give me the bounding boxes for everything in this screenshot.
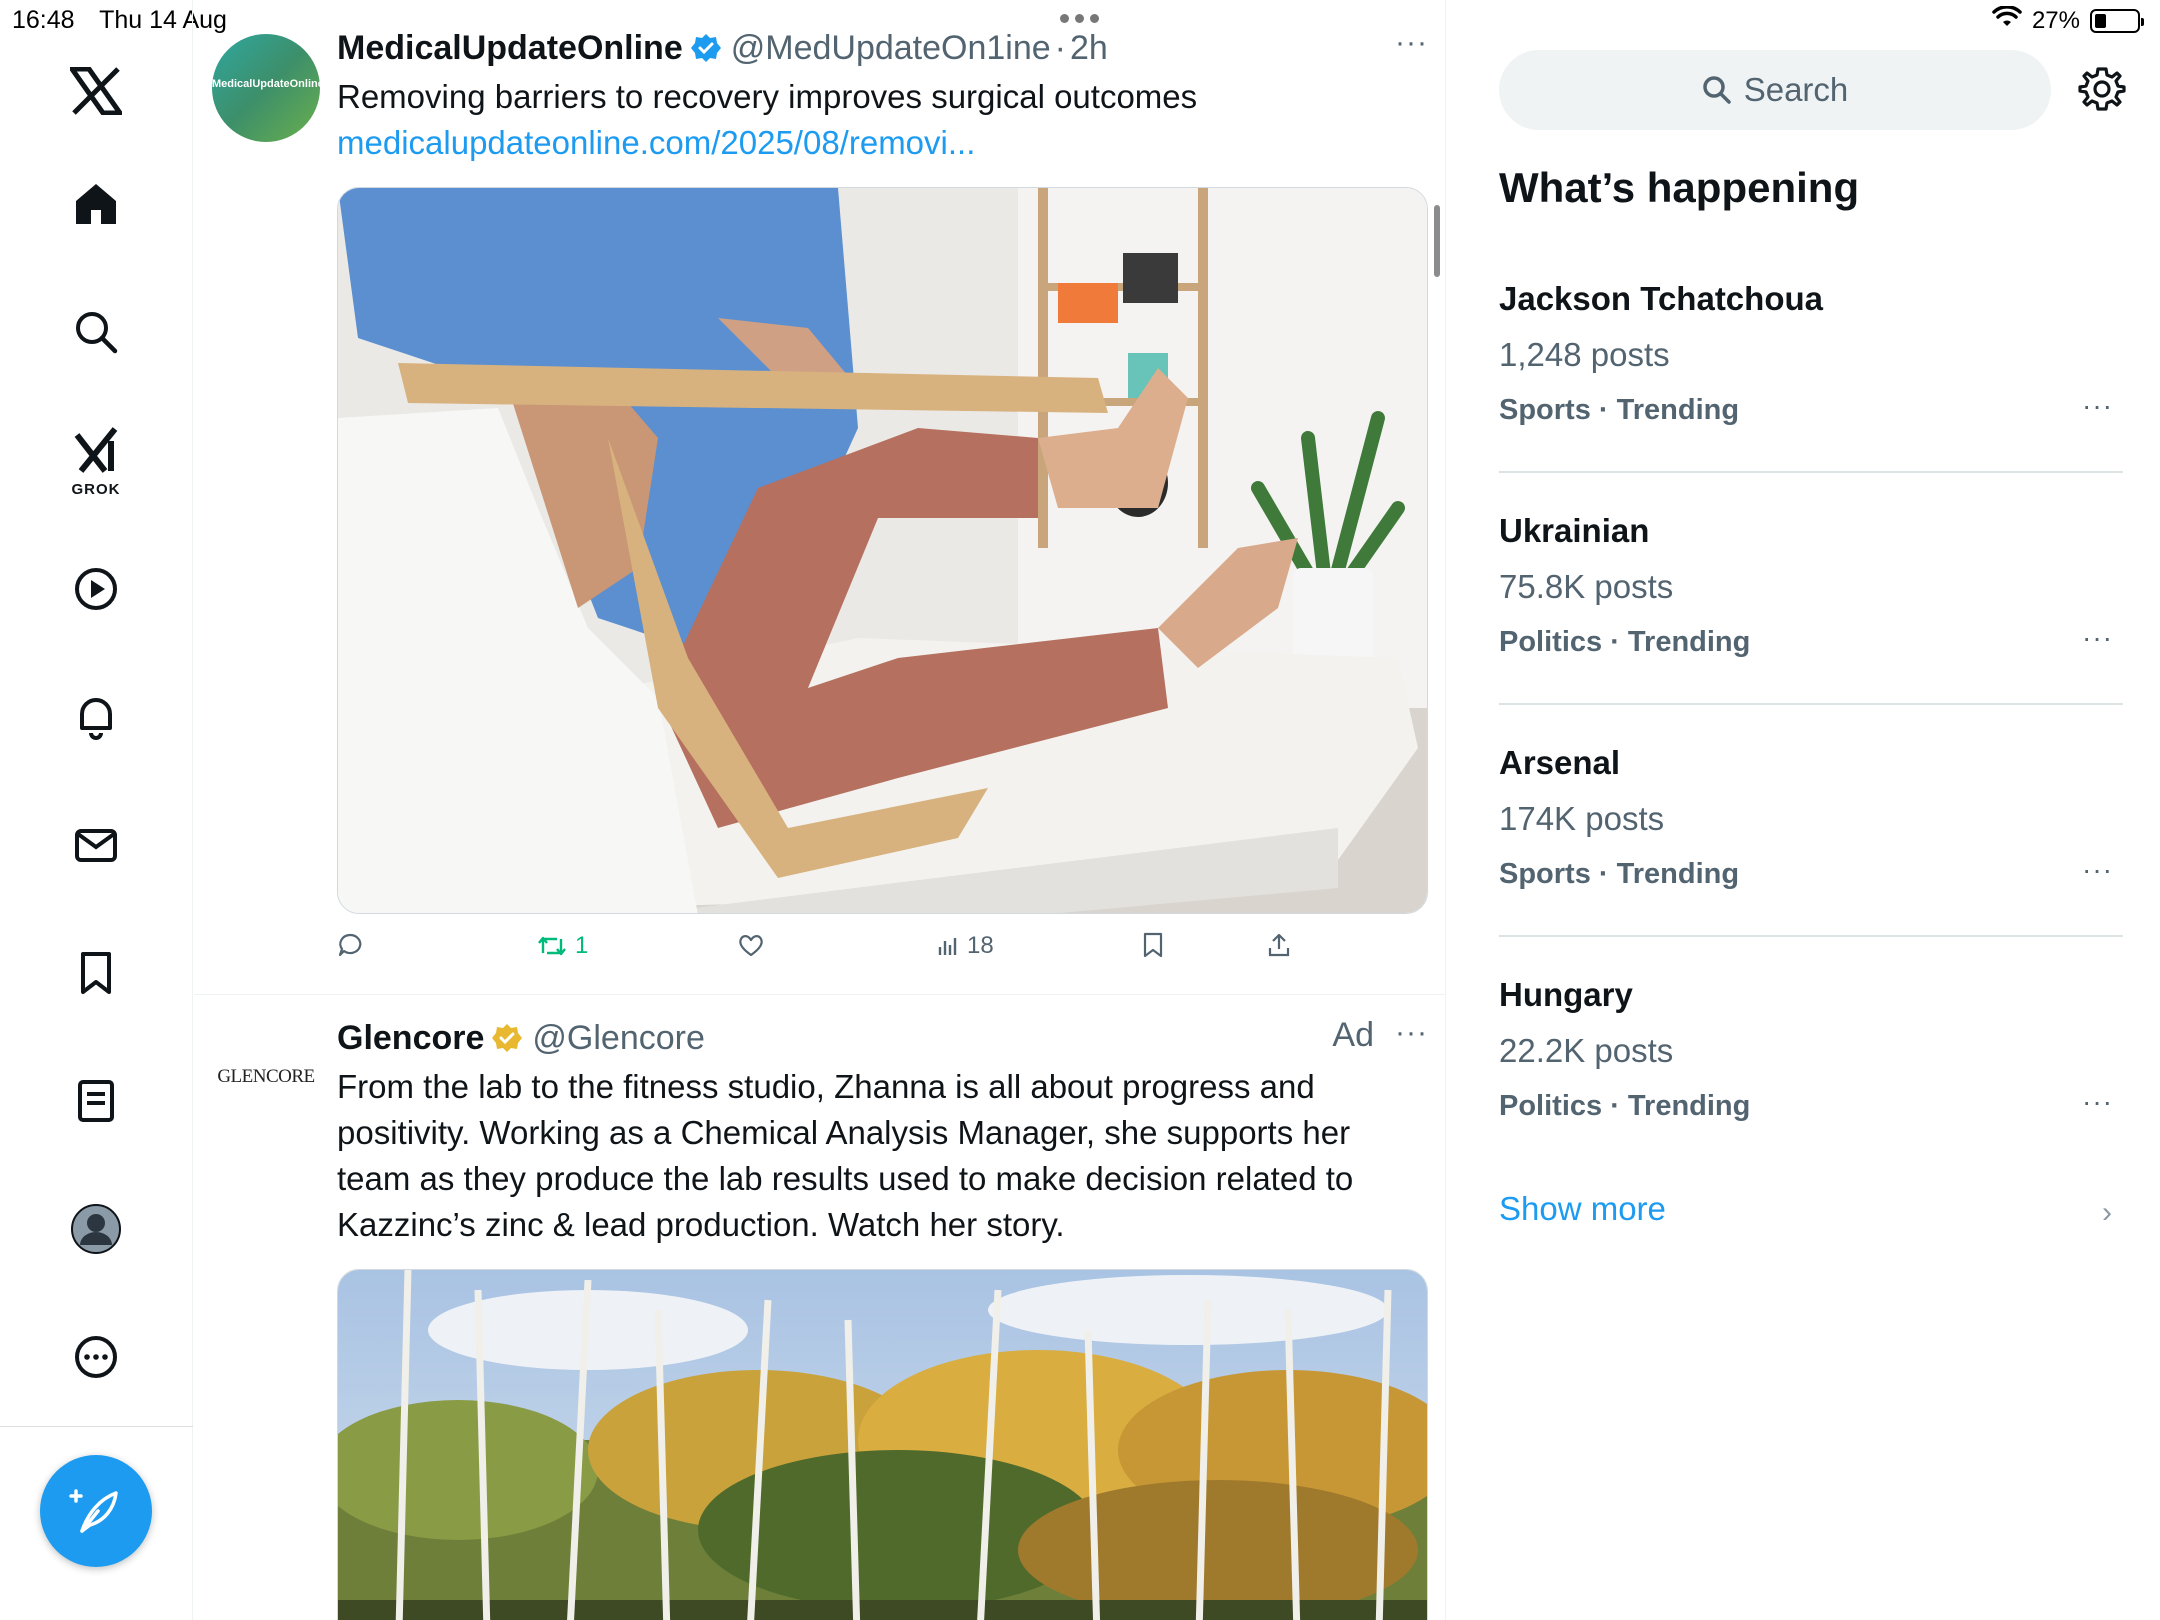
share-button[interactable]: [1267, 932, 1291, 958]
tweet-text: Removing barriers to recovery improves s…: [337, 78, 1198, 115]
trend-more-icon[interactable]: ···: [2082, 622, 2113, 654]
more-options-icon[interactable]: [60, 1321, 132, 1393]
bookmark-button[interactable]: [1142, 932, 1164, 958]
messages-mail-icon[interactable]: [60, 809, 132, 881]
tweet-content: MedicalUpdateOnline @MedUpdateOn1ine · 2…: [337, 26, 1428, 166]
trend-post-count: 22.2K posts: [1499, 1032, 1674, 1069]
right-sidebar: Search What’s happening Jackson Tchatcho…: [1447, 0, 2160, 1620]
home-icon[interactable]: [60, 168, 132, 240]
tweet-header: MedicalUpdateOnline @MedUpdateOn1ine · 2…: [337, 26, 1428, 70]
view-count: 18: [967, 932, 994, 959]
trend-divider: [1499, 935, 2123, 937]
tweet-avatar[interactable]: MedicalUpdateOnline: [212, 34, 320, 142]
timeline[interactable]: MedicalUpdateOnline MedicalUpdateOnline …: [194, 0, 1446, 1620]
author-name[interactable]: MedicalUpdateOnline: [337, 29, 683, 68]
tweet-link[interactable]: medicalupdateonline.com/2025/08/removi..…: [337, 120, 1428, 166]
heart-icon: [739, 935, 763, 957]
trend-name: Jackson Tchatchoua: [1499, 280, 1823, 317]
search-input[interactable]: Search: [1499, 50, 2051, 130]
bookmarks-icon[interactable]: [60, 937, 132, 1009]
show-more-link[interactable]: Show more: [1499, 1190, 1666, 1228]
compose-feather-icon: [69, 1489, 118, 1533]
trend-divider: [1499, 703, 2123, 705]
explore-search-icon[interactable]: [60, 296, 132, 368]
trend-name: Arsenal: [1499, 744, 1621, 781]
x-logo-icon[interactable]: [60, 55, 132, 127]
tweet-avatar[interactable]: GLENCORE: [212, 1024, 320, 1132]
settings-gear-icon[interactable]: [2077, 64, 2127, 114]
trend-more-icon[interactable]: ···: [2082, 854, 2113, 886]
trend-item[interactable]: Jackson Tchatchoua 1,248 posts Sports · …: [1499, 280, 2123, 512]
compose-post-button[interactable]: [40, 1455, 152, 1567]
trend-name: Ukrainian: [1499, 512, 1650, 549]
ad-label: Ad: [1332, 1016, 1374, 1054]
retweet-count: 1: [575, 932, 589, 959]
bookmark-icon: [1143, 932, 1163, 958]
trend-post-count: 1,248 posts: [1499, 336, 1670, 373]
trend-item[interactable]: Ukrainian 75.8K posts Politics · Trendin…: [1499, 512, 2123, 744]
trend-category: Sports · Trending: [1499, 394, 1740, 426]
tweet-media-video[interactable]: [337, 1269, 1428, 1620]
notifications-bell-icon[interactable]: [60, 681, 132, 753]
trend-item[interactable]: Arsenal 174K posts Sports · Trending ···: [1499, 744, 2123, 976]
like-button[interactable]: [737, 932, 773, 958]
tweet-glencore-ad[interactable]: GLENCORE Glencore @Glencore Ad ··· From …: [194, 996, 1445, 1620]
tweet-header: Glencore @Glencore Ad ···: [337, 1016, 1428, 1060]
trend-name: Hungary: [1499, 976, 1633, 1013]
avatar-brand-text: MedicalUpdateOnline: [212, 78, 320, 90]
timeline-scrollbar[interactable]: [1434, 205, 1440, 277]
retweet-button[interactable]: 1: [537, 932, 588, 960]
grok-label: GROK: [71, 481, 121, 498]
profile-avatar-icon[interactable]: [60, 1193, 132, 1265]
trend-item[interactable]: Hungary 22.2K posts Politics · Trending …: [1499, 976, 2123, 1208]
search-placeholder: Search: [1743, 71, 1849, 108]
tweet-medicalupdateonline[interactable]: MedicalUpdateOnline MedicalUpdateOnline …: [194, 0, 1445, 995]
trend-post-count: 75.8K posts: [1499, 568, 1674, 605]
reply-icon: [338, 933, 362, 957]
trend-more-icon[interactable]: ···: [2082, 390, 2113, 422]
tweet-text: From the lab to the fitness studio, Zhan…: [337, 1068, 1354, 1243]
trend-category: Politics · Trending: [1499, 626, 1751, 658]
separator: ·: [1054, 28, 1066, 67]
tweet-more-icon[interactable]: ···: [1395, 1016, 1428, 1050]
grok-icon[interactable]: GROK: [60, 418, 132, 502]
lists-icon[interactable]: [60, 1065, 132, 1137]
share-icon: [1268, 933, 1290, 957]
tweet-time[interactable]: 2h: [1070, 29, 1108, 68]
retweet-icon: [538, 936, 566, 956]
whats-happening-title: What’s happening: [1499, 164, 1860, 211]
author-handle[interactable]: @Glencore: [532, 1019, 704, 1058]
author-name[interactable]: Glencore: [337, 1019, 484, 1058]
trend-divider: [1499, 471, 2123, 473]
views-button[interactable]: 18: [937, 932, 994, 960]
views-chart-icon: [938, 938, 957, 955]
trend-post-count: 174K posts: [1499, 800, 1665, 837]
left-nav: GROK: [0, 0, 193, 1620]
tweet-more-icon[interactable]: ···: [1395, 26, 1428, 60]
trend-category: Politics · Trending: [1499, 1090, 1751, 1122]
nav-divider: [0, 1426, 193, 1427]
tweet-actions: 1 18: [337, 932, 1297, 972]
verified-gold-badge-icon: [492, 1023, 523, 1053]
chevron-right-icon[interactable]: ›: [2102, 1196, 2112, 1230]
trend-category: Sports · Trending: [1499, 858, 1740, 890]
avatar-brand-text: GLENCORE: [217, 1066, 315, 1087]
tweet-media-image[interactable]: [337, 187, 1428, 914]
trend-more-icon[interactable]: ···: [2082, 1086, 2113, 1118]
verified-badge-icon: [690, 33, 721, 63]
search-icon: [1702, 76, 1731, 104]
author-handle[interactable]: @MedUpdateOn1ine: [731, 29, 1051, 68]
reply-button[interactable]: [337, 932, 371, 958]
video-play-icon[interactable]: [60, 553, 132, 625]
tweet-content: Glencore @Glencore Ad ··· From the lab t…: [337, 1016, 1428, 1248]
